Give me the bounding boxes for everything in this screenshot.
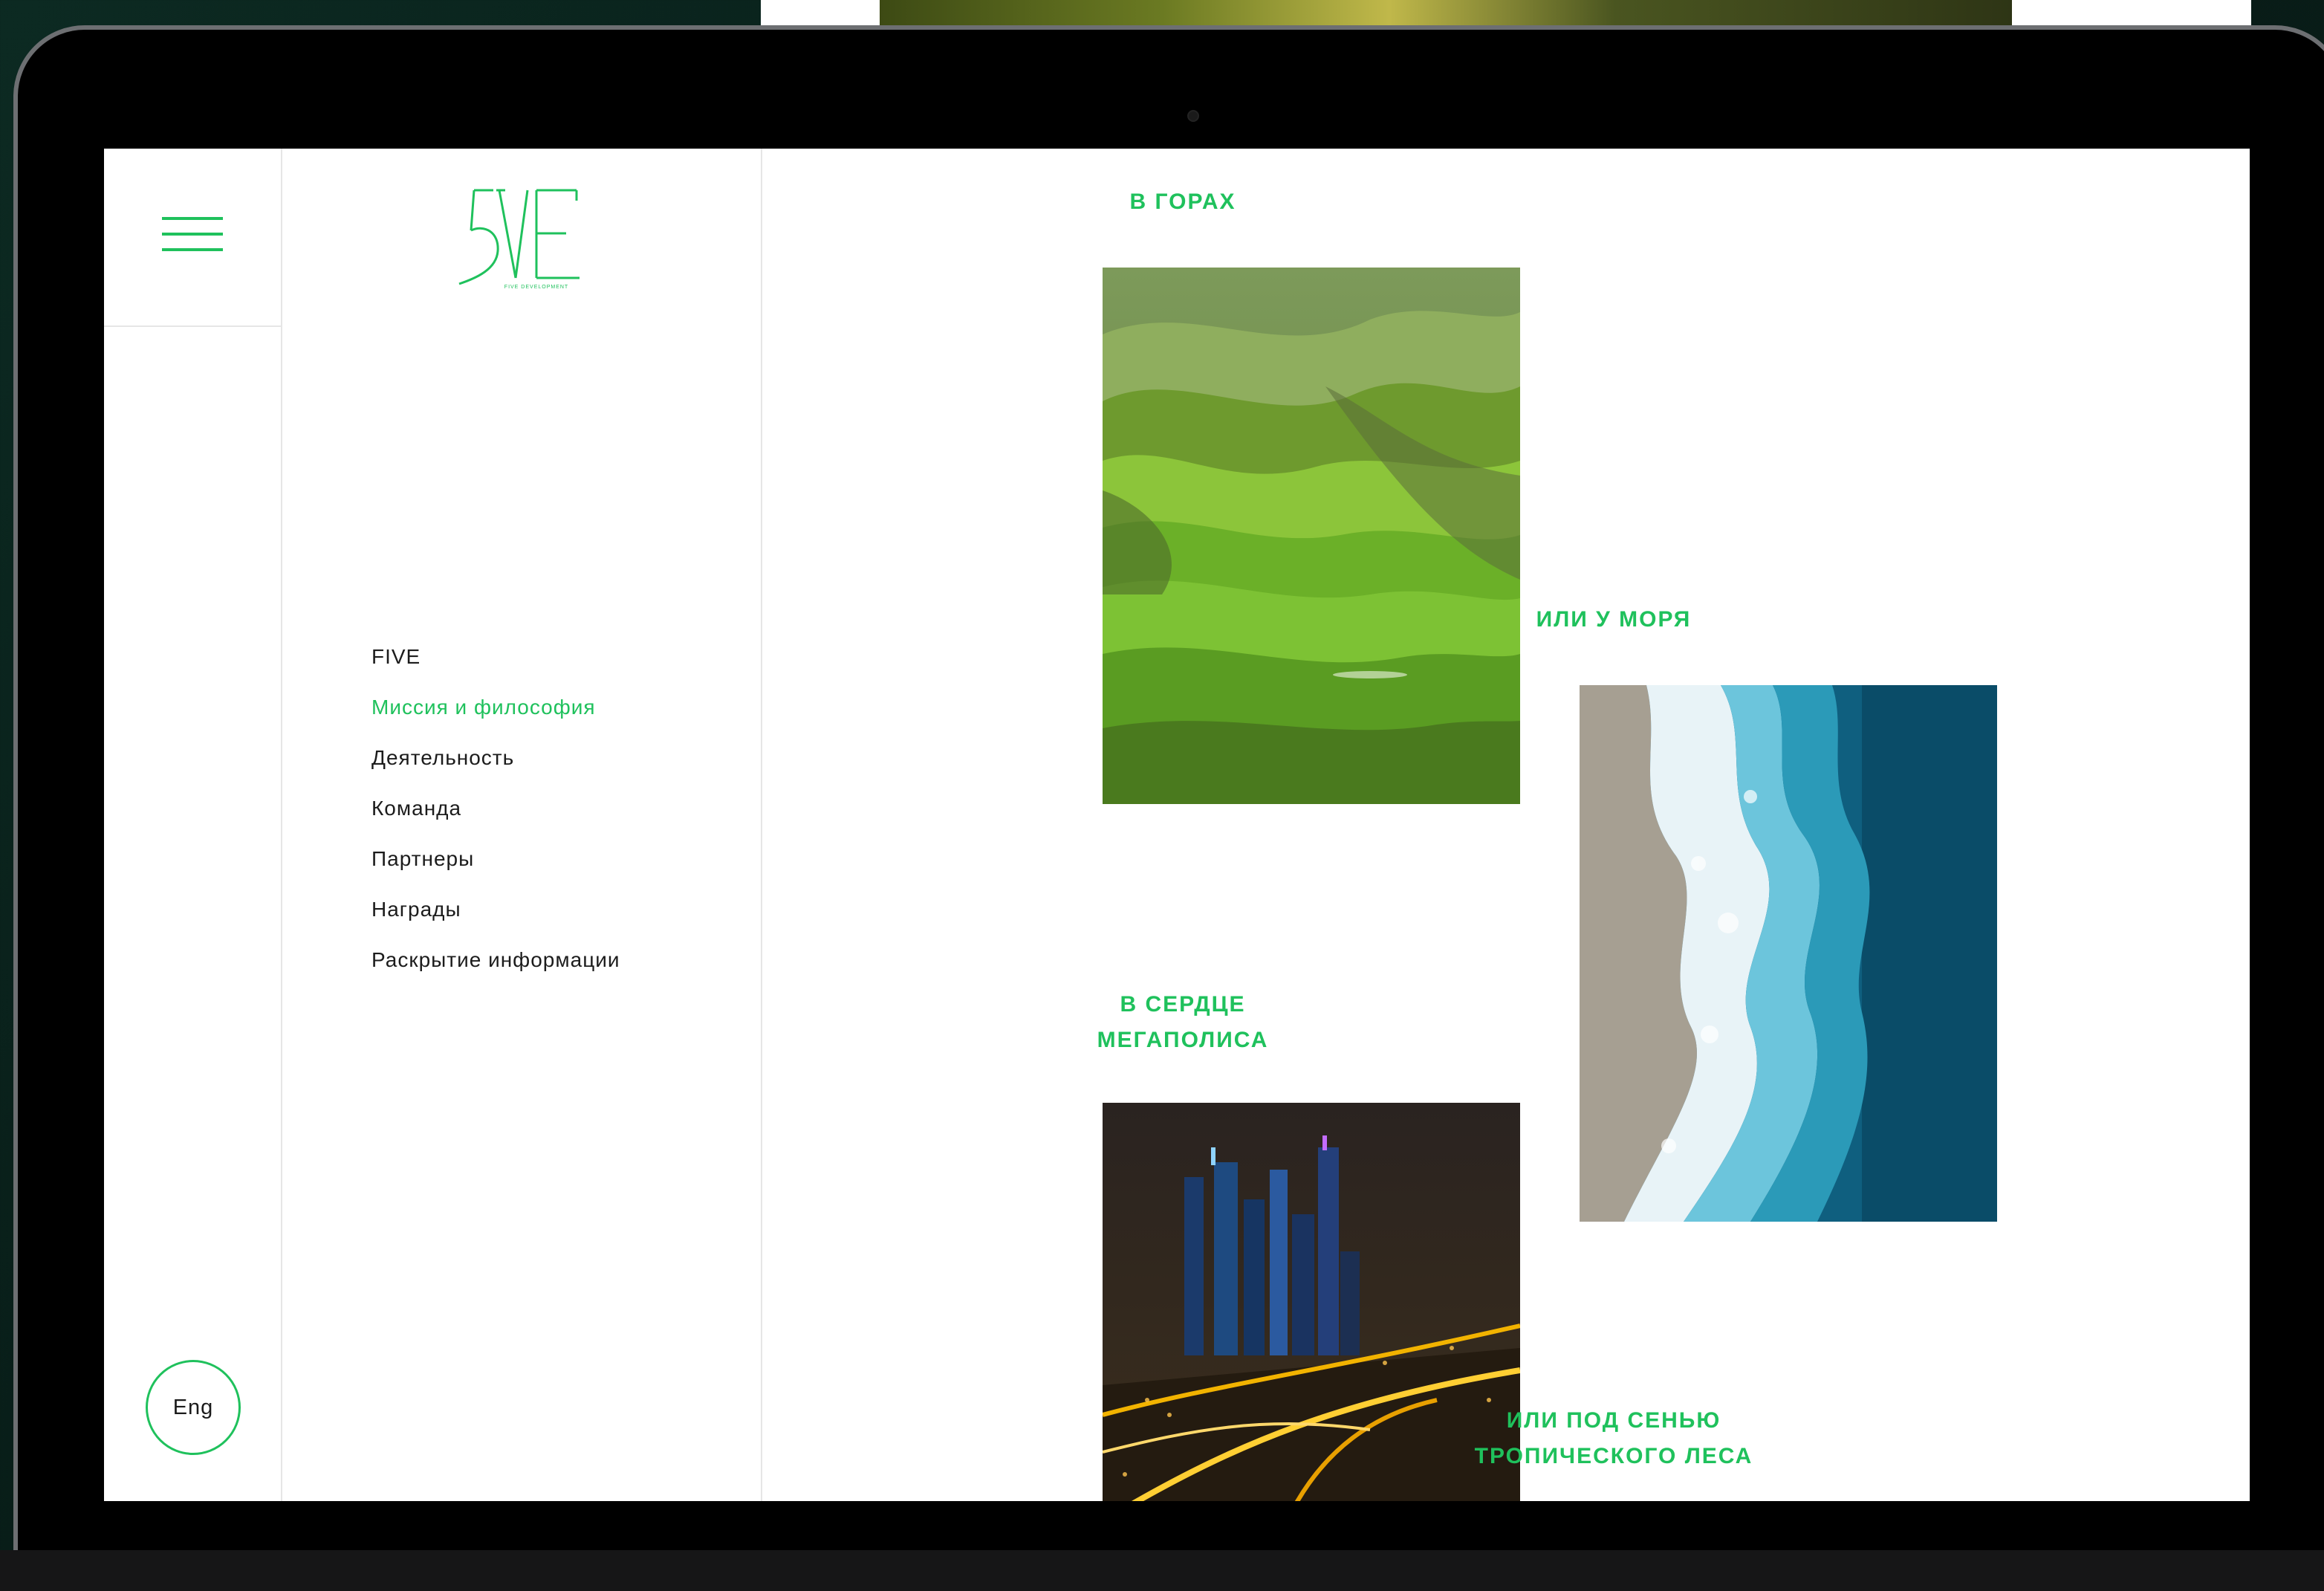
logo-caption: FIVE DEVELOPMENT bbox=[504, 285, 568, 290]
language-switch-button[interactable]: Eng bbox=[146, 1360, 241, 1455]
nav-item-partners[interactable]: Партнеры bbox=[371, 834, 620, 884]
city-heading: В СЕРДЦЕ МЕГАПОЛИСА bbox=[1097, 992, 1269, 1052]
nav-item-disclosure[interactable]: Раскрытие информации bbox=[371, 935, 620, 985]
website-screen: Eng FIVE DEVELOPMENT FIVE Миссия и филос… bbox=[104, 149, 2250, 1501]
mountains-photo bbox=[1103, 268, 1520, 804]
five-development-logo[interactable]: FIVE DEVELOPMENT bbox=[455, 186, 588, 290]
menu-cell bbox=[104, 149, 282, 327]
laptop-chin bbox=[0, 1550, 2324, 1591]
nav-item-team[interactable]: Команда bbox=[371, 783, 620, 834]
nav-item-five[interactable]: FIVE bbox=[371, 632, 620, 682]
nav-item-awards[interactable]: Награды bbox=[371, 884, 620, 935]
hamburger-menu-icon[interactable] bbox=[162, 216, 223, 253]
nav-item-mission[interactable]: Миссия и философия bbox=[371, 682, 620, 733]
camera-icon bbox=[1187, 110, 1199, 122]
navigation-column: FIVE DEVELOPMENT FIVE Миссия и философия… bbox=[282, 149, 762, 1501]
menu-column: Eng bbox=[104, 149, 282, 1501]
nav-item-activity[interactable]: Деятельность bbox=[371, 733, 620, 783]
forest-heading: ИЛИ ПОД СЕНЬЮ ТРОПИЧЕСКОГО ЛЕСА bbox=[1474, 1408, 1753, 1468]
mission-content: В ГОРАХ ИЛИ У МОРЯ В СЕРДЦЕ МЕГАПОЛИСА И… bbox=[762, 149, 2250, 1501]
sea-photo bbox=[1580, 685, 1997, 1222]
sea-heading: ИЛИ У МОРЯ bbox=[1536, 607, 1692, 632]
navigation-menu: FIVE Миссия и философия Деятельность Ком… bbox=[371, 632, 620, 985]
mountains-heading: В ГОРАХ bbox=[1129, 189, 1236, 214]
